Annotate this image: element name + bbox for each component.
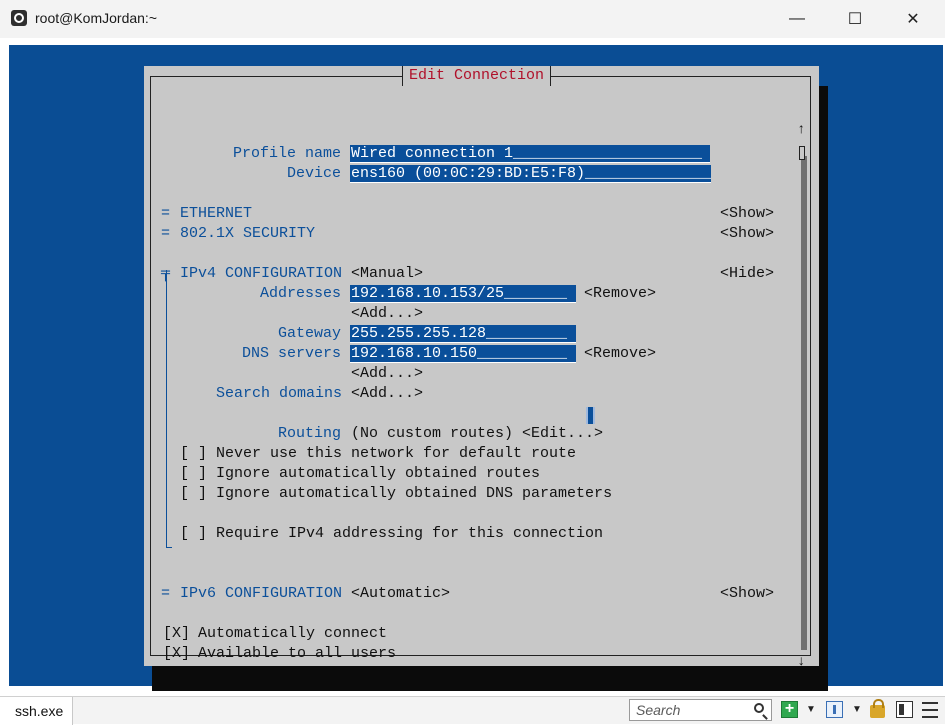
security-section-label: 802.1X SECURITY <box>180 225 316 242</box>
terminal-app-icon[interactable] <box>11 10 27 26</box>
search-box[interactable] <box>629 699 772 721</box>
device-label: Device <box>287 165 342 182</box>
dns-server-field[interactable]: 192.168.10.150__________ <box>350 345 576 363</box>
ignore-routes-checkbox[interactable]: [ ] <box>180 464 207 484</box>
address-add-button[interactable]: <Add...> <box>351 304 423 324</box>
address-field[interactable]: 192.168.10.153/25_______ <box>350 285 576 303</box>
ethernet-show-button[interactable]: <Show> <box>720 204 774 224</box>
routing-label: Routing <box>278 425 342 442</box>
scrollbar-thumb[interactable] <box>799 146 805 160</box>
maximize-button[interactable]: ☐ <box>825 0 885 38</box>
routing-value: (No custom routes) <box>351 425 514 442</box>
dns-remove-button[interactable]: <Remove> <box>584 344 656 364</box>
minimize-button[interactable]: — <box>767 0 827 38</box>
all-users-checkbox[interactable]: [X] <box>163 644 190 664</box>
menu-icon[interactable] <box>922 702 938 718</box>
search-input[interactable] <box>636 702 746 718</box>
dns-servers-label: DNS servers <box>242 345 342 362</box>
view-icon[interactable] <box>826 701 843 718</box>
ignore-routes-label: Ignore automatically obtained routes <box>216 465 541 482</box>
require-ipv4-label: Require IPv4 addressing for this connect… <box>216 525 604 542</box>
search-icon[interactable] <box>754 703 764 713</box>
status-bar: ssh.exe + ▼ ▼ <box>0 696 945 725</box>
ignore-dns-label: Ignore automatically obtained DNS parame… <box>216 485 613 502</box>
ipv4-section-label: IPv4 CONFIGURATION <box>180 265 343 282</box>
chevron-down-icon[interactable]: ▼ <box>806 701 816 718</box>
gateway-label: Gateway <box>278 325 342 342</box>
never-default-route-checkbox[interactable]: [ ] <box>180 444 207 464</box>
device-field[interactable]: ens160 (00:0C:29:BD:E5:F8)______________… <box>350 165 711 183</box>
never-default-route-label: Never use this network for default route <box>216 445 577 462</box>
window-title: root@KomJordan:~ <box>35 10 157 26</box>
security-marker: = <box>161 225 171 242</box>
ipv4-method-select[interactable]: <Manual> <box>351 264 423 284</box>
auto-connect-label: Automatically connect <box>198 625 388 642</box>
ethernet-section-label: ETHERNET <box>180 205 253 222</box>
auto-connect-checkbox[interactable]: [X] <box>163 624 190 644</box>
profile-name-label: Profile name <box>233 145 342 162</box>
ipv6-show-button[interactable]: <Show> <box>720 584 774 604</box>
security-show-button[interactable]: <Show> <box>720 224 774 244</box>
ipv4-section-line <box>166 270 167 548</box>
terminal-area[interactable]: Edit Connection Profile name Wired conne… <box>0 38 945 696</box>
close-button[interactable]: ✕ <box>883 0 943 38</box>
address-remove-button[interactable]: <Remove> <box>584 284 656 304</box>
search-domains-label: Search domains <box>216 385 343 402</box>
ipv6-method-select[interactable]: <Automatic> <box>351 584 450 604</box>
routing-edit-button[interactable]: <Edit...> <box>522 424 603 444</box>
profile-name-field[interactable]: Wired connection 1_____________________ <box>350 145 710 163</box>
lock-icon[interactable] <box>870 699 885 718</box>
gateway-field[interactable]: 255.255.255.128_________ <box>350 325 576 343</box>
ethernet-marker: = <box>161 205 171 222</box>
window-titlebar: root@KomJordan:~ — ☐ ✕ <box>0 0 945 38</box>
ignore-dns-checkbox[interactable]: [ ] <box>180 484 207 504</box>
all-users-label: Available to all users <box>198 645 397 662</box>
edit-connection-dialog: Edit Connection Profile name Wired conne… <box>144 66 819 670</box>
plus-icon[interactable]: + <box>781 701 798 718</box>
require-ipv4-checkbox[interactable]: [ ] <box>180 524 207 544</box>
dialog-scrollbar[interactable] <box>801 156 807 650</box>
ipv6-marker: = <box>161 585 171 602</box>
ipv4-hide-button[interactable]: <Hide> <box>720 264 774 284</box>
addresses-label: Addresses <box>260 285 342 302</box>
dns-add-button[interactable]: <Add...> <box>351 364 423 384</box>
scroll-up-arrow-icon[interactable]: ↑ <box>797 122 805 138</box>
console-tab[interactable]: ssh.exe <box>0 697 73 725</box>
dialog-title: Edit Connection <box>402 66 552 86</box>
chevron-down-icon[interactable]: ▼ <box>852 701 862 718</box>
search-domains-add-button[interactable]: <Add...> <box>351 384 423 404</box>
layout-icon[interactable] <box>896 701 913 718</box>
text-cursor <box>586 407 595 424</box>
ipv6-section-label: IPv6 CONFIGURATION <box>180 585 343 602</box>
scroll-down-arrow-icon[interactable]: ↓ <box>797 654 805 670</box>
ipv4-section-line-end <box>166 547 172 548</box>
